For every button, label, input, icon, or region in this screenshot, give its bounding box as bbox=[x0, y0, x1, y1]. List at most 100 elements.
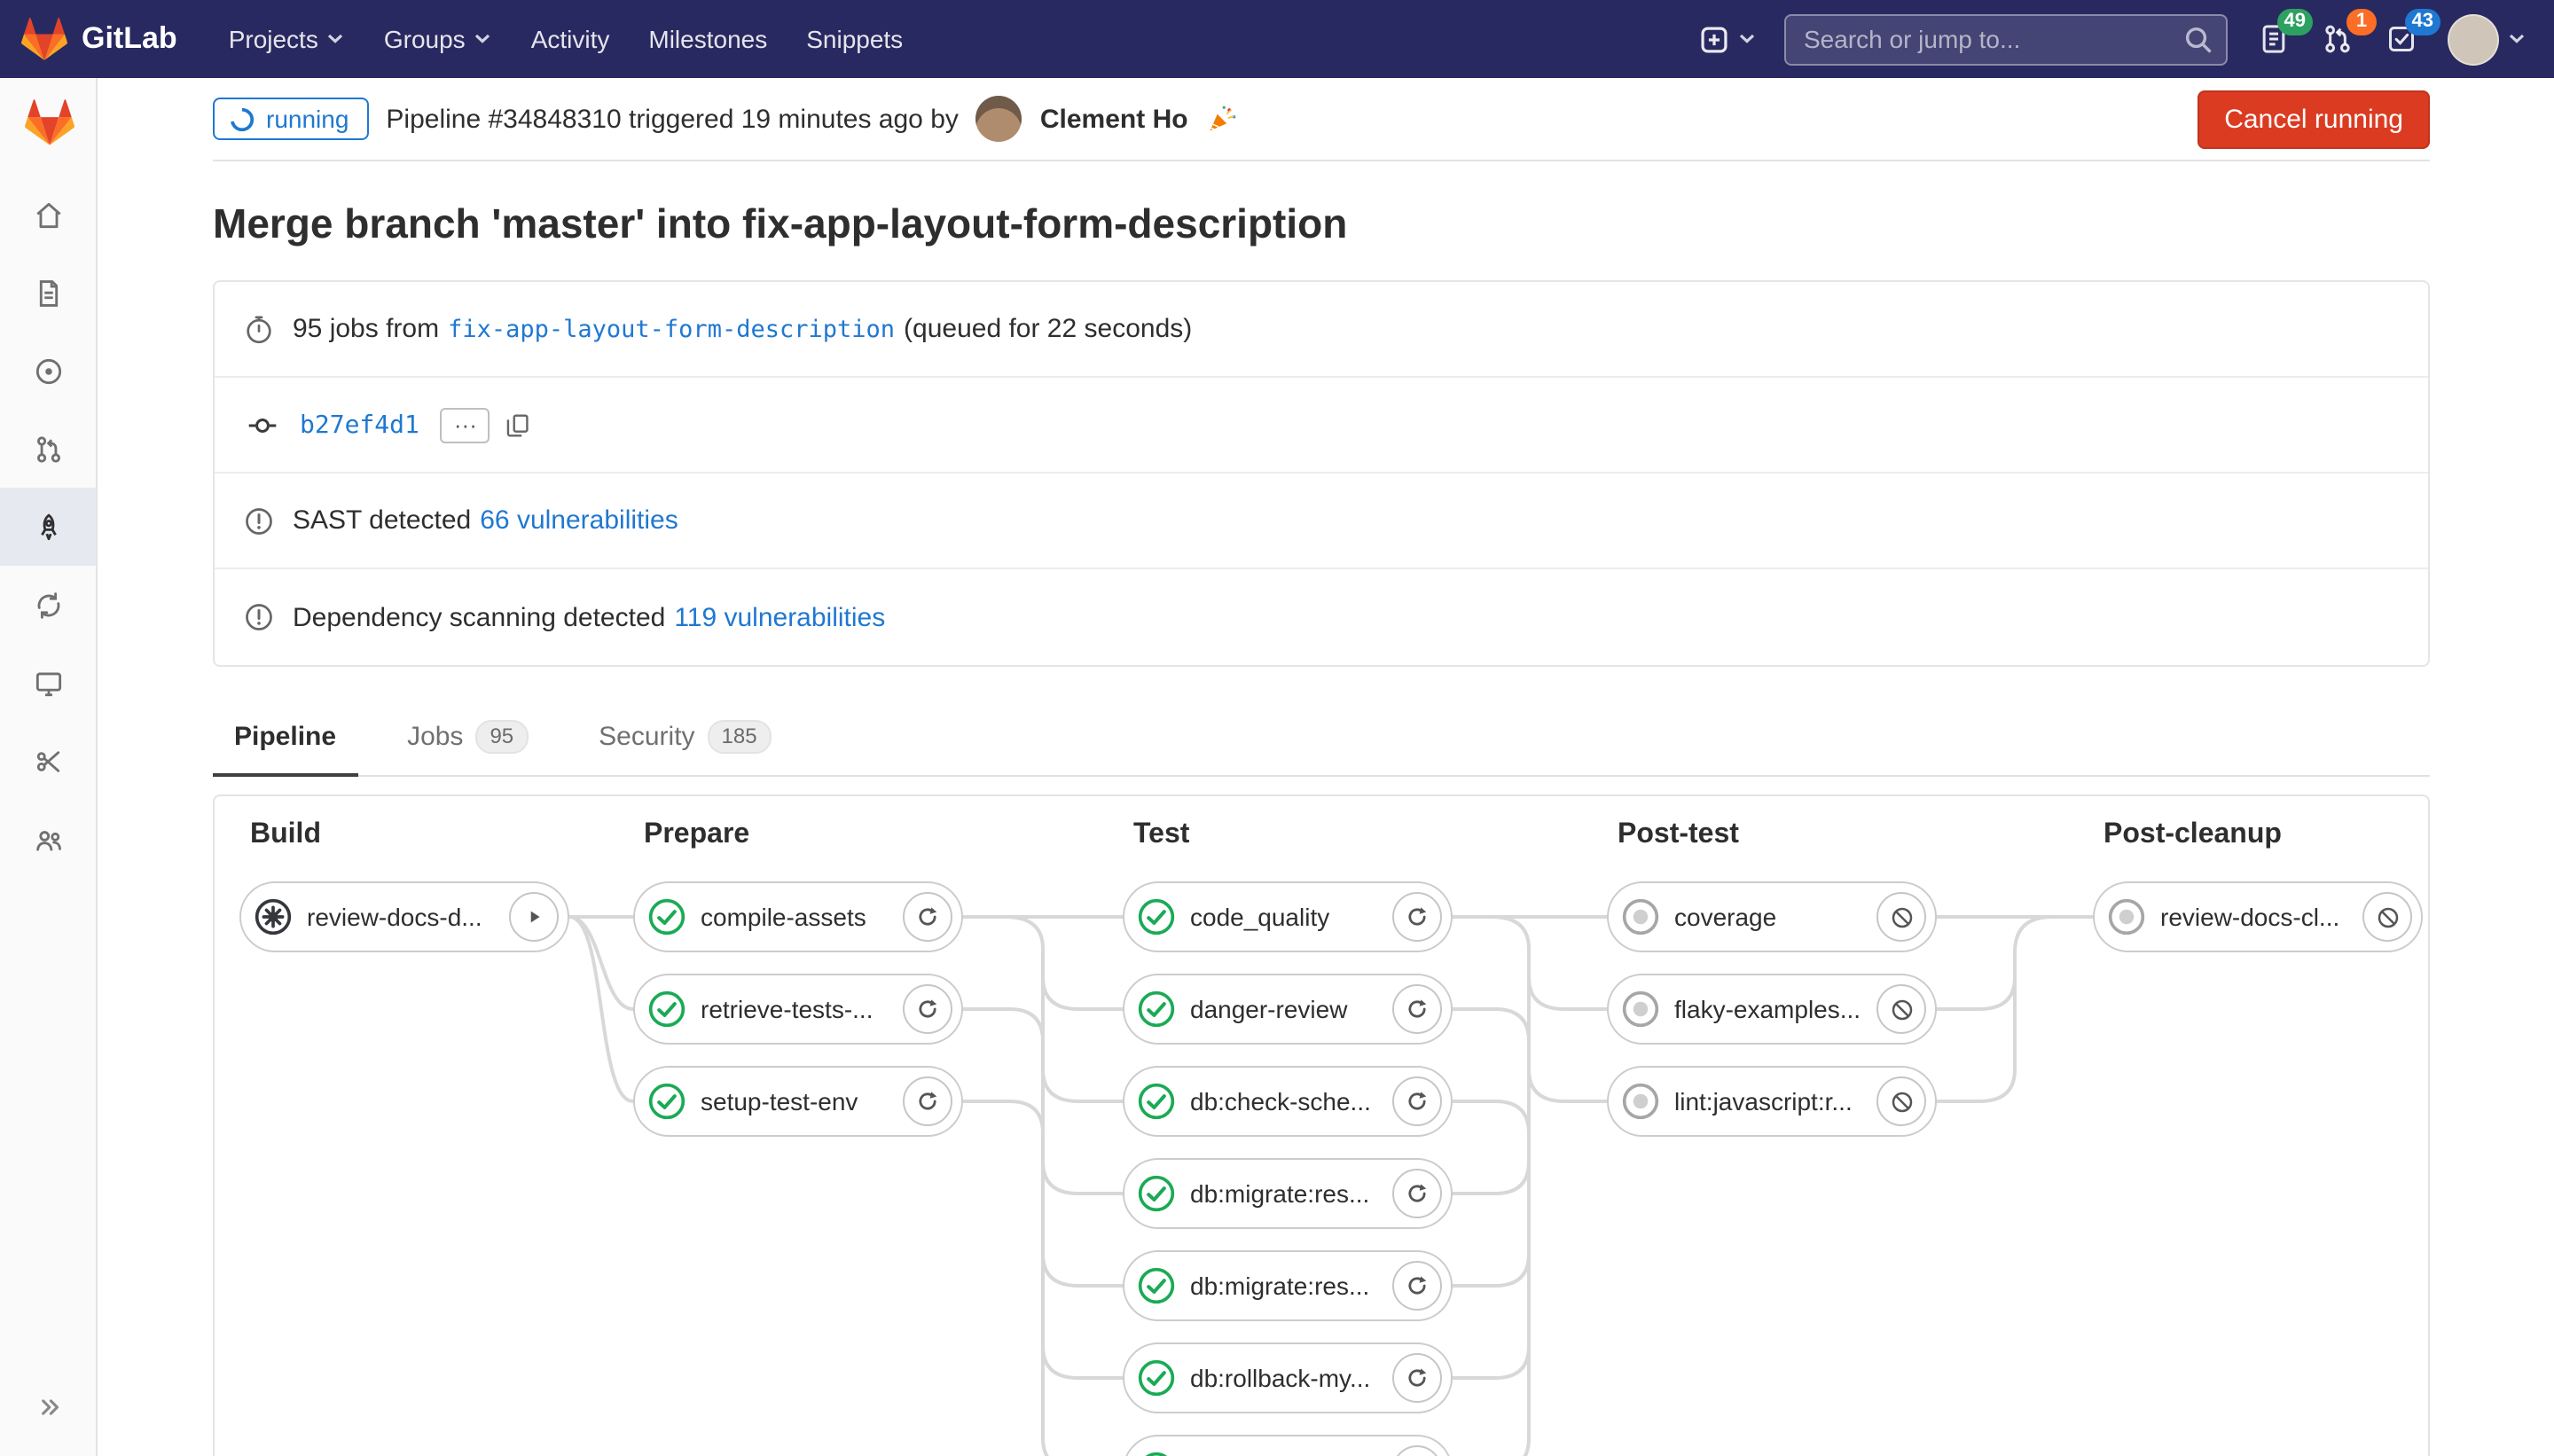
gitlab-app: GitLab Projects Groups Activity Mileston… bbox=[0, 0, 2554, 1456]
sidebar-collapse-button[interactable] bbox=[0, 1371, 96, 1442]
menu-item-snippets[interactable]: Snippets bbox=[787, 0, 922, 78]
status-success-icon bbox=[1137, 990, 1176, 1029]
cancel-job-button[interactable] bbox=[1876, 1076, 1926, 1126]
merge-requests-nav-button[interactable]: 1 bbox=[2320, 21, 2355, 57]
party-popper-icon bbox=[1206, 103, 1238, 135]
issues-count-badge: 49 bbox=[2277, 9, 2314, 35]
status-created-icon bbox=[2107, 897, 2146, 936]
cancel-running-button[interactable]: Cancel running bbox=[2198, 90, 2430, 148]
project-avatar[interactable] bbox=[23, 98, 76, 147]
pipeline-summary-box: 95 jobs from fix-app-layout-form-descrip… bbox=[213, 280, 2430, 667]
sidebar-item-issues[interactable] bbox=[0, 332, 96, 410]
job-pill[interactable]: retrieve-tests-... bbox=[633, 974, 963, 1045]
author-avatar[interactable] bbox=[976, 96, 1022, 142]
todos-nav-button[interactable]: 43 bbox=[2384, 21, 2419, 57]
brand-wordmark[interactable]: GitLab bbox=[82, 21, 177, 57]
security-count-badge: 185 bbox=[708, 720, 772, 754]
dependency-vulnerabilities-link[interactable]: 119 vulnerabilities bbox=[674, 602, 885, 632]
menu-item-projects[interactable]: Projects bbox=[209, 0, 364, 78]
repository-icon bbox=[31, 276, 65, 309]
sidebar-item-snippets[interactable] bbox=[0, 722, 96, 800]
menu-item-milestones[interactable]: Milestones bbox=[629, 0, 787, 78]
main-content: running Pipeline #34848310 triggered 19 … bbox=[98, 78, 2554, 1456]
job-pill[interactable]: db:migrate:res... bbox=[1123, 1250, 1453, 1321]
status-success-icon bbox=[1137, 1358, 1176, 1397]
job-pill[interactable]: review-docs-d... bbox=[239, 881, 569, 952]
menu-item-groups[interactable]: Groups bbox=[364, 0, 512, 78]
issues-icon bbox=[31, 354, 65, 387]
retry-job-button[interactable] bbox=[903, 1076, 952, 1126]
job-pill[interactable]: coverage bbox=[1607, 881, 1937, 952]
branch-link[interactable]: fix-app-layout-form-description bbox=[448, 315, 895, 343]
stage-header-post-cleanup: Post-cleanup bbox=[2104, 819, 2282, 851]
sidebar-item-ci-cd[interactable] bbox=[0, 488, 96, 566]
job-pill[interactable]: db:rollback-my... bbox=[1123, 1342, 1453, 1413]
sync-loop-icon bbox=[31, 588, 65, 622]
retry-job-button[interactable] bbox=[1392, 892, 1442, 942]
job-pill[interactable] bbox=[1123, 1435, 1453, 1456]
status-success-icon bbox=[1137, 1174, 1176, 1213]
users-icon bbox=[31, 822, 65, 856]
job-pill[interactable]: review-docs-cl... bbox=[2093, 881, 2423, 952]
commit-sha-link[interactable]: b27ef4d1 bbox=[300, 411, 419, 439]
scissors-icon bbox=[31, 744, 65, 778]
stage-header-build: Build bbox=[250, 819, 321, 851]
timer-icon bbox=[243, 313, 275, 345]
sidebar-item-home[interactable] bbox=[0, 176, 96, 254]
sidebar-item-members[interactable] bbox=[0, 800, 96, 878]
sidebar-item-operations[interactable] bbox=[0, 566, 96, 644]
stage-header-post-test: Post-test bbox=[1618, 819, 1739, 851]
retry-job-button[interactable] bbox=[1392, 1076, 1442, 1126]
tab-jobs[interactable]: Jobs 95 bbox=[386, 701, 549, 775]
sidebar-item-repository[interactable] bbox=[0, 254, 96, 332]
job-pill[interactable]: setup-test-env bbox=[633, 1066, 963, 1137]
retry-job-button[interactable] bbox=[1392, 1353, 1442, 1403]
sidebar-item-environments[interactable] bbox=[0, 644, 96, 722]
menu-item-activity[interactable]: Activity bbox=[512, 0, 630, 78]
status-success-icon bbox=[647, 990, 686, 1029]
job-pill[interactable]: flaky-examples... bbox=[1607, 974, 1937, 1045]
status-created-icon bbox=[1621, 990, 1660, 1029]
jobs-count-badge: 95 bbox=[475, 720, 528, 754]
author-name[interactable]: Clement Ho bbox=[1040, 104, 1188, 134]
tab-pipeline[interactable]: Pipeline bbox=[213, 701, 357, 775]
retry-job-button[interactable] bbox=[903, 984, 952, 1034]
tab-security[interactable]: Security 185 bbox=[577, 701, 792, 775]
commit-row: b27ef4d1 ··· bbox=[215, 378, 2428, 474]
job-pill[interactable]: lint:javascript:r... bbox=[1607, 1066, 1937, 1137]
issues-nav-button[interactable]: 49 bbox=[2256, 21, 2292, 57]
status-success-icon bbox=[647, 1082, 686, 1121]
job-pill[interactable]: danger-review bbox=[1123, 974, 1453, 1045]
retry-job-button[interactable] bbox=[1392, 1261, 1442, 1311]
top-navbar: GitLab Projects Groups Activity Mileston… bbox=[0, 0, 2554, 78]
retry-job-button[interactable] bbox=[1392, 984, 1442, 1034]
copy-commit-button[interactable] bbox=[505, 411, 533, 439]
job-pill[interactable]: db:check-sche... bbox=[1123, 1066, 1453, 1137]
new-menu-button[interactable] bbox=[1697, 22, 1756, 56]
job-pill[interactable]: code_quality bbox=[1123, 881, 1453, 952]
commit-expand-button[interactable]: ··· bbox=[441, 407, 490, 442]
status-success-icon bbox=[1137, 1451, 1176, 1456]
search-icon[interactable] bbox=[2182, 22, 2215, 56]
status-created-icon bbox=[1621, 1082, 1660, 1121]
sast-row: SAST detected 66 vulnerabilities bbox=[215, 474, 2428, 569]
gitlab-logo-icon[interactable] bbox=[21, 16, 67, 62]
job-pill[interactable]: db:migrate:res... bbox=[1123, 1158, 1453, 1229]
commit-icon bbox=[243, 409, 282, 441]
retry-job-button[interactable] bbox=[1392, 1445, 1442, 1456]
sast-vulnerabilities-link[interactable]: 66 vulnerabilities bbox=[480, 505, 678, 536]
jobs-summary-row: 95 jobs from fix-app-layout-form-descrip… bbox=[215, 282, 2428, 378]
job-pill[interactable]: compile-assets bbox=[633, 881, 963, 952]
sidebar-item-merge-requests[interactable] bbox=[0, 410, 96, 488]
search-input[interactable] bbox=[1784, 13, 2228, 65]
cancel-job-button[interactable] bbox=[1876, 892, 1926, 942]
retry-job-button[interactable] bbox=[1392, 1169, 1442, 1218]
play-job-button[interactable] bbox=[509, 892, 559, 942]
retry-job-button[interactable] bbox=[903, 892, 952, 942]
cancel-job-button[interactable] bbox=[1876, 984, 1926, 1034]
pipeline-graph: Build Prepare Test Post-test Post-cleanu… bbox=[213, 795, 2430, 1456]
project-sidebar bbox=[0, 78, 98, 1456]
user-menu-button[interactable] bbox=[2448, 13, 2526, 65]
plus-square-icon bbox=[1697, 22, 1731, 56]
cancel-job-button[interactable] bbox=[2362, 892, 2412, 942]
